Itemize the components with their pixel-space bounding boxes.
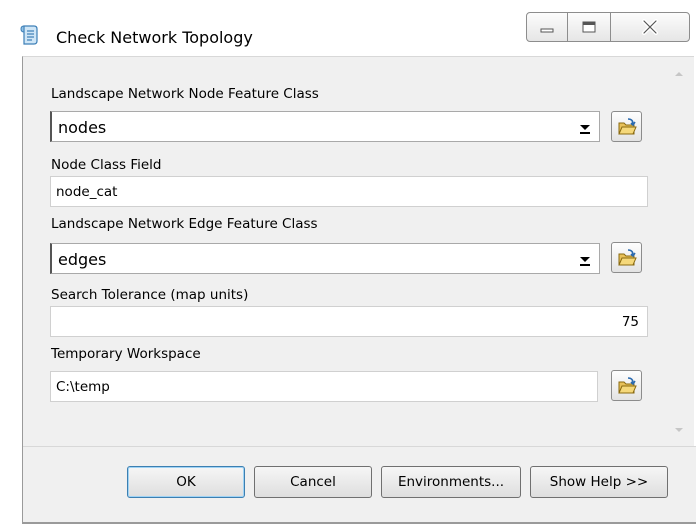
edge-feature-class-label: Landscape Network Edge Feature Class bbox=[51, 216, 318, 232]
open-folder-icon bbox=[618, 377, 637, 394]
temporary-workspace-input[interactable]: C:\temp bbox=[50, 371, 598, 402]
node-feature-class-combo[interactable]: nodes bbox=[50, 111, 600, 142]
window-frame-edge bbox=[22, 446, 23, 524]
close-icon bbox=[642, 19, 658, 35]
node-feature-class-value: nodes bbox=[58, 118, 107, 137]
open-folder-icon bbox=[618, 249, 637, 266]
maximize-button[interactable] bbox=[567, 12, 611, 42]
node-feature-class-label: Landscape Network Node Feature Class bbox=[51, 86, 319, 102]
script-tool-icon bbox=[20, 25, 38, 45]
scroll-up-arrow-icon[interactable] bbox=[672, 69, 686, 79]
dropdown-arrow-icon[interactable] bbox=[577, 119, 593, 135]
temporary-workspace-value: C:\temp bbox=[56, 379, 110, 395]
show-help-button[interactable]: Show Help >> bbox=[530, 466, 668, 498]
search-tolerance-label: Search Tolerance (map units) bbox=[51, 287, 249, 303]
search-tolerance-value: 75 bbox=[621, 314, 639, 330]
environments-button[interactable]: Environments... bbox=[381, 466, 521, 498]
minimize-icon bbox=[540, 28, 554, 33]
temporary-workspace-label: Temporary Workspace bbox=[51, 346, 201, 362]
window-title: Check Network Topology bbox=[56, 28, 253, 47]
cancel-button[interactable]: Cancel bbox=[254, 466, 372, 498]
vertical-scrollbar[interactable] bbox=[665, 57, 693, 445]
search-tolerance-input[interactable]: 75 bbox=[50, 306, 648, 337]
browse-edge-feature-class-button[interactable] bbox=[611, 242, 642, 273]
title-bar[interactable]: Check Network Topology bbox=[0, 0, 696, 52]
browse-node-feature-class-button[interactable] bbox=[611, 111, 642, 142]
edge-feature-class-combo[interactable]: edges bbox=[50, 243, 600, 274]
close-button[interactable] bbox=[610, 12, 690, 42]
divider bbox=[22, 446, 696, 447]
window-frame bbox=[0, 52, 22, 524]
edge-feature-class-value: edges bbox=[58, 250, 107, 269]
node-class-field-value: node_cat bbox=[56, 184, 118, 200]
node-class-field-input[interactable]: node_cat bbox=[50, 176, 648, 207]
dropdown-arrow-icon[interactable] bbox=[577, 251, 593, 267]
maximize-icon bbox=[582, 21, 596, 33]
ok-button[interactable]: OK bbox=[127, 466, 245, 498]
open-folder-icon bbox=[618, 118, 637, 135]
minimize-button[interactable] bbox=[526, 12, 568, 42]
browse-temporary-workspace-button[interactable] bbox=[611, 370, 642, 401]
scroll-down-arrow-icon[interactable] bbox=[672, 425, 686, 435]
check-network-topology-dialog: Check Network Topology Landscape Network… bbox=[0, 0, 696, 524]
node-class-field-label: Node Class Field bbox=[51, 157, 162, 173]
